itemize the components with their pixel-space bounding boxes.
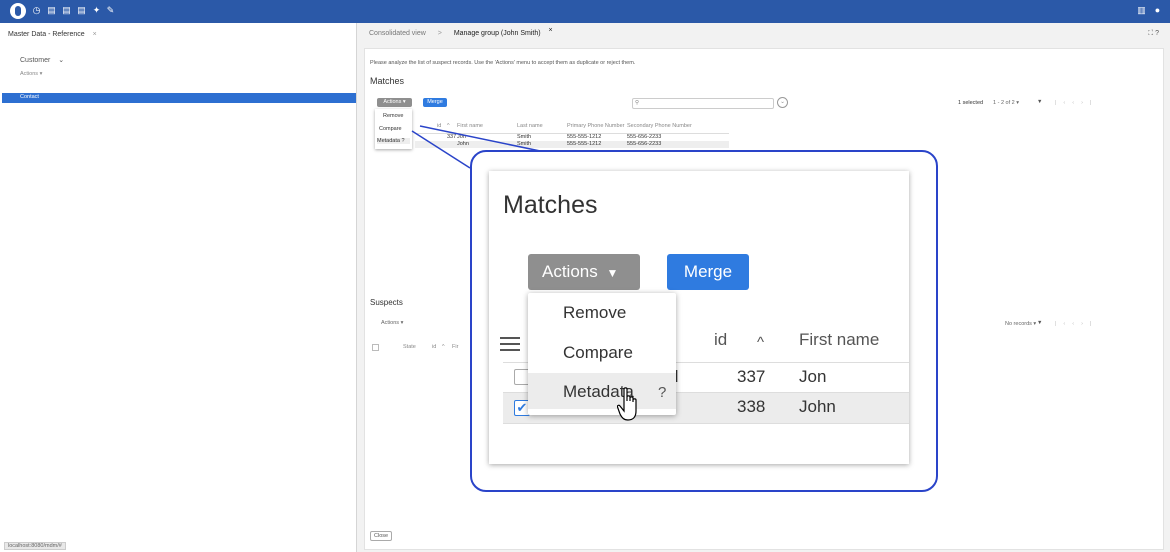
- caret-down-icon: ▼: [606, 266, 619, 280]
- sort-ascending-icon[interactable]: ^: [757, 334, 764, 351]
- menu-item-compare[interactable]: Compare: [563, 343, 633, 363]
- zoom-merge-button[interactable]: Merge: [667, 254, 749, 290]
- help-icon[interactable]: ?: [658, 384, 666, 401]
- menu-item-metadata[interactable]: Metadata ?: [528, 373, 676, 409]
- hamburger-menu-icon[interactable]: [500, 337, 520, 351]
- column-header-first-name[interactable]: First name: [799, 330, 879, 350]
- hand-cursor-icon: [617, 387, 637, 421]
- column-header-id[interactable]: id: [714, 330, 727, 350]
- zoom-matches-heading: Matches: [503, 191, 598, 219]
- zoom-actions-dropdown: Remove Compare Metadata ?: [528, 293, 676, 415]
- zoom-actions-button[interactable]: Actions ▼: [528, 254, 640, 290]
- menu-item-remove[interactable]: Remove: [563, 303, 626, 323]
- zoomed-matches-panel: Matches Actions ▼ Merge id ^ First name …: [489, 171, 909, 464]
